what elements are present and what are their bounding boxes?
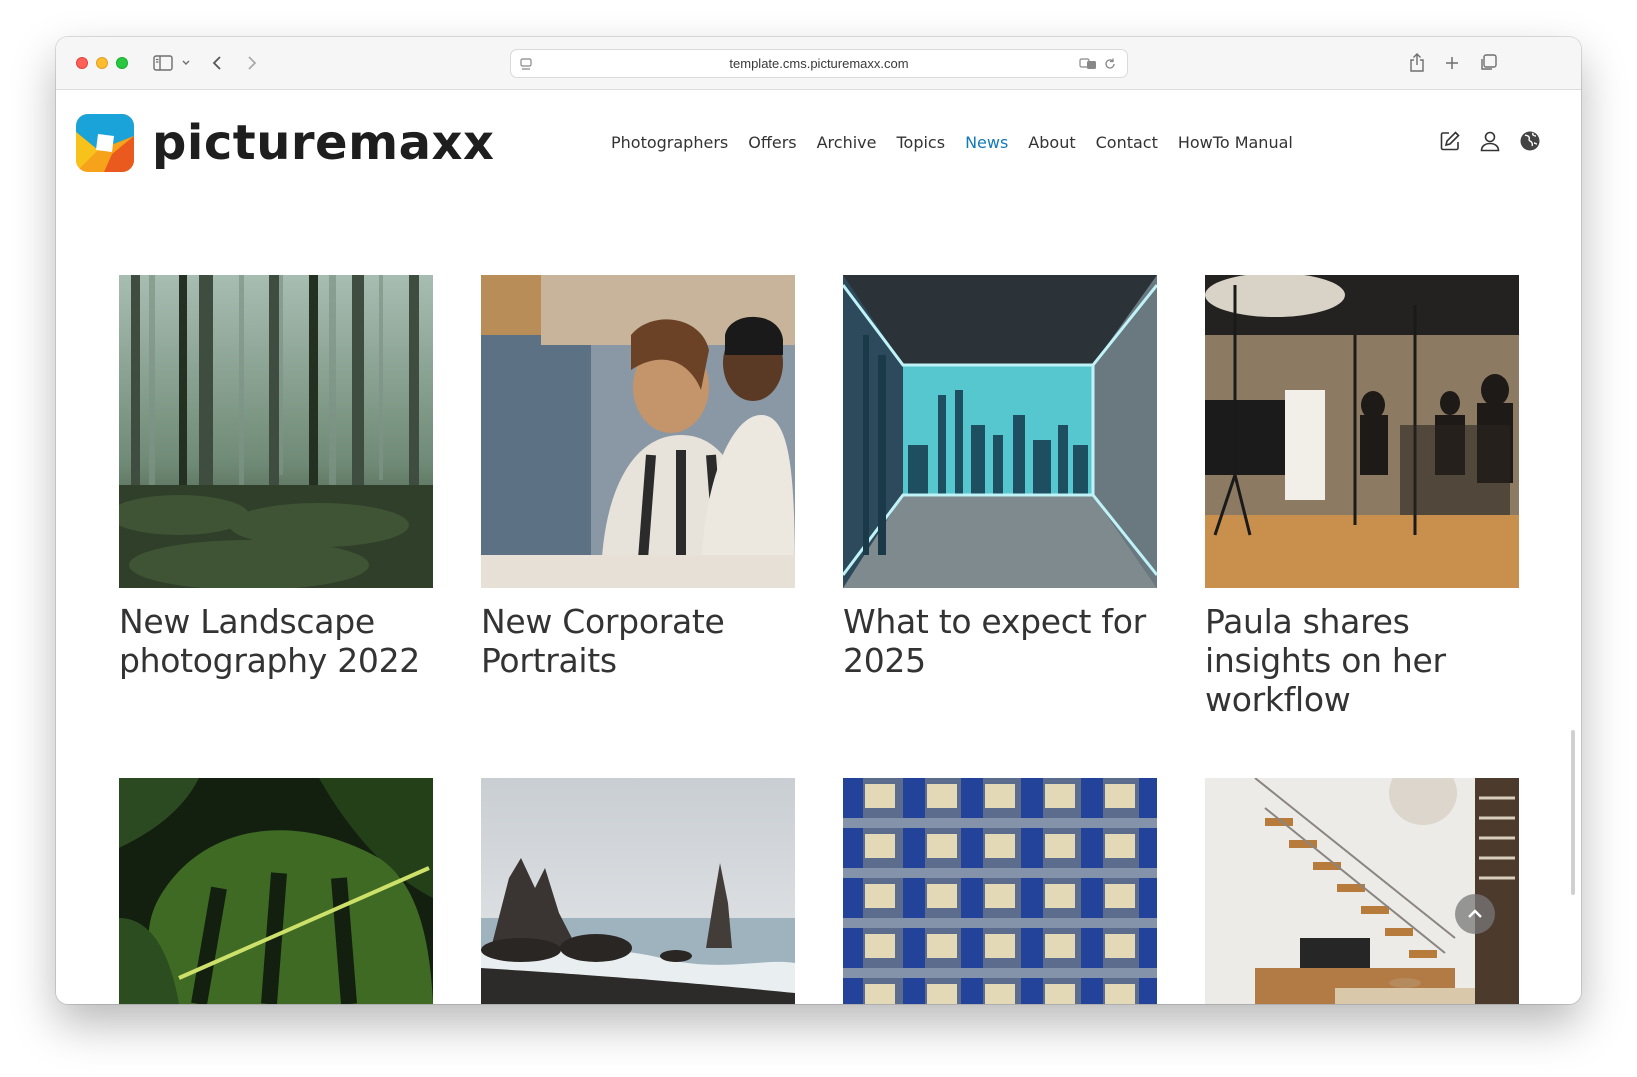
browser-toolbar: template.cms.picturemaxx.com (56, 37, 1581, 90)
article-image-loft-staircase[interactable] (1205, 778, 1519, 1004)
globe-icon[interactable] (1519, 130, 1541, 152)
page-scrollbar[interactable] (1571, 730, 1575, 895)
reload-icon[interactable] (1103, 56, 1117, 75)
article-image-misty-forest[interactable] (119, 275, 433, 588)
url-text: template.cms.picturemaxx.com (729, 56, 909, 71)
minimize-window-button[interactable] (96, 57, 108, 69)
article-title[interactable]: New Corporate Portraits (481, 602, 795, 680)
article-card[interactable] (119, 778, 433, 1004)
scroll-to-top-button[interactable] (1455, 894, 1495, 934)
article-title-line: New Landscape (119, 602, 375, 641)
article-title[interactable]: What to expect for 2025 (843, 602, 1157, 680)
main-nav: Photographers Offers Archive Topics News… (611, 133, 1313, 152)
article-title-line: New Corporate (481, 602, 725, 641)
chevron-down-icon[interactable] (180, 51, 192, 75)
article-card[interactable]: What to expect for 2025 (843, 275, 1157, 680)
article-card[interactable]: Paula shares insights on her workflow (1205, 275, 1519, 719)
nav-offers[interactable]: Offers (748, 133, 796, 152)
zoom-window-button[interactable] (116, 57, 128, 69)
article-title-line: 2025 (843, 641, 926, 680)
article-card[interactable]: New Landscape photography 2022 (119, 275, 433, 680)
tabs-icon[interactable] (1478, 51, 1498, 75)
article-card[interactable] (1205, 778, 1519, 1004)
forward-icon[interactable] (243, 51, 261, 75)
article-image-building-facade[interactable] (843, 778, 1157, 1004)
nav-howto-manual[interactable]: HowTo Manual (1178, 133, 1293, 152)
nav-photographers[interactable]: Photographers (611, 133, 728, 152)
article-title[interactable]: Paula shares insights on her workflow (1205, 602, 1519, 719)
article-card[interactable]: New Corporate Portraits (481, 275, 795, 680)
logo-mark (76, 114, 134, 172)
article-title-line: photography 2022 (119, 641, 420, 680)
article-image-sea-stacks-beach[interactable] (481, 778, 795, 1004)
nav-archive[interactable]: Archive (817, 133, 877, 152)
back-icon[interactable] (208, 51, 226, 75)
header-icons (1439, 130, 1541, 152)
article-title-line: Paula shares (1205, 602, 1410, 641)
user-icon[interactable] (1479, 130, 1501, 152)
nav-contact[interactable]: Contact (1096, 133, 1158, 152)
site-logo[interactable]: picturemaxx (76, 114, 494, 172)
article-image-photo-studio[interactable] (1205, 275, 1519, 588)
close-window-button[interactable] (76, 57, 88, 69)
article-title-line: What to expect for (843, 602, 1146, 641)
share-icon[interactable] (1407, 51, 1427, 75)
article-title-line: insights on her (1205, 641, 1446, 680)
article-title-line: Portraits (481, 641, 617, 680)
chevron-up-icon (1468, 909, 1482, 918)
web-page: picturemaxx Photographers Offers Archive… (56, 90, 1581, 1004)
article-title-line: workflow (1205, 680, 1351, 719)
article-image-city-view-room[interactable] (843, 275, 1157, 588)
new-tab-icon[interactable] (1442, 51, 1462, 75)
article-title[interactable]: New Landscape photography 2022 (119, 602, 433, 680)
translate-icon[interactable] (1079, 56, 1097, 75)
article-card[interactable] (843, 778, 1157, 1004)
browser-window: template.cms.picturemaxx.com picturemaxx… (56, 37, 1581, 1004)
nav-news[interactable]: News (965, 133, 1008, 152)
edit-icon[interactable] (1439, 130, 1461, 152)
site-header: picturemaxx Photographers Offers Archive… (56, 90, 1581, 195)
article-image-colleagues-at-desk[interactable] (481, 275, 795, 588)
nav-topics[interactable]: Topics (896, 133, 945, 152)
address-bar[interactable]: template.cms.picturemaxx.com (510, 49, 1128, 78)
sidebar-icon[interactable] (152, 51, 174, 75)
article-image-monstera-leaf[interactable] (119, 778, 433, 1004)
article-card[interactable] (481, 778, 795, 1004)
logo-text: picturemaxx (152, 115, 495, 171)
nav-about[interactable]: About (1028, 133, 1075, 152)
